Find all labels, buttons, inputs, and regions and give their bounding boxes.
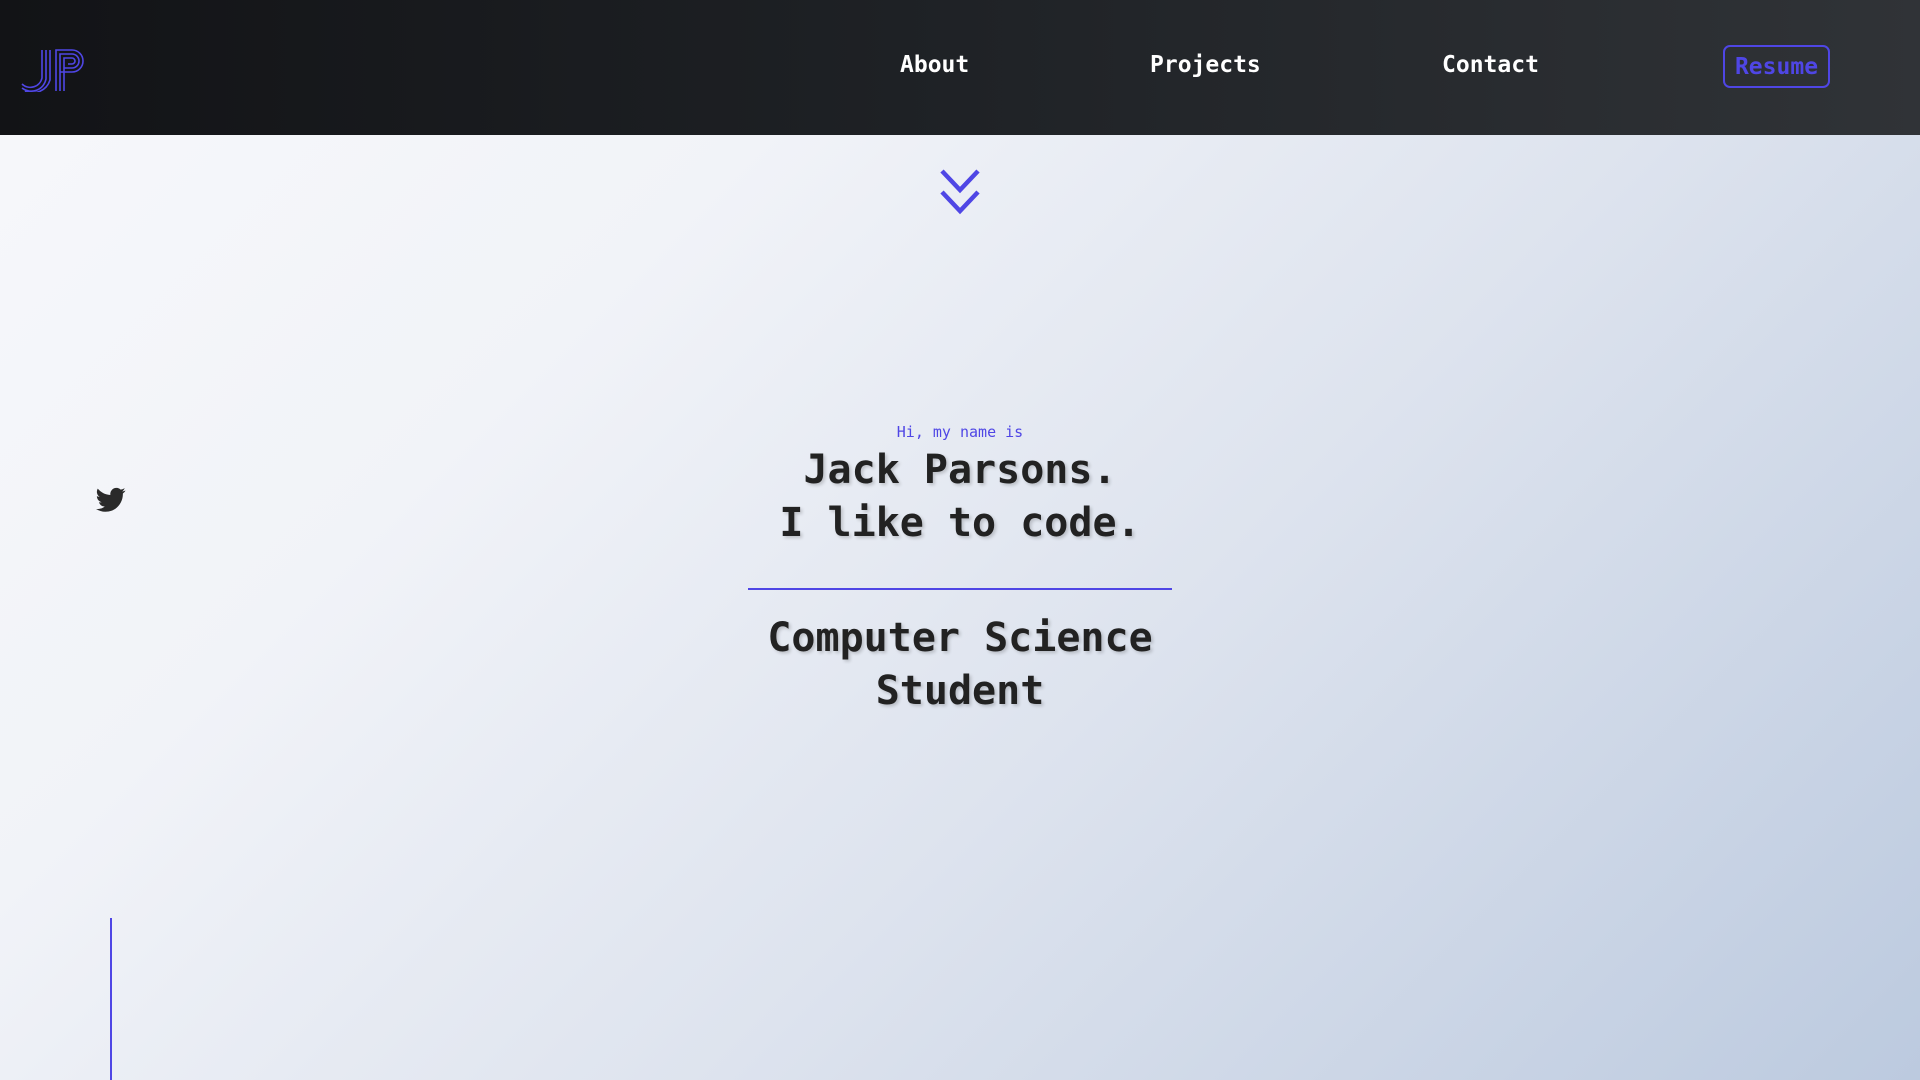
resume-button[interactable]: Resume [1723, 45, 1830, 88]
nav-link-projects[interactable]: Projects [1150, 52, 1261, 78]
hero-headline: Jack Parsons. I like to code. [660, 444, 1260, 550]
hero-divider [748, 588, 1172, 590]
resume-button-label: Resume [1734, 53, 1819, 80]
subtitle-line2: Student [875, 668, 1045, 714]
twitter-icon[interactable] [96, 487, 126, 513]
nav-link-about[interactable]: About [900, 52, 969, 78]
nav-link-contact[interactable]: Contact [1442, 52, 1539, 78]
headline-tagline: I like to code. [779, 500, 1141, 546]
double-chevron-down-icon[interactable] [939, 168, 981, 216]
social-side-line [110, 918, 112, 1080]
hero-section: Hi, my name is Jack Parsons. I like to c… [660, 420, 1260, 718]
navbar: About Projects Contact Resume [0, 0, 1920, 135]
headline-name: Jack Parsons. [803, 447, 1117, 493]
jp-logo-icon[interactable] [20, 48, 86, 92]
greeting-text: Hi, my name is [896, 423, 1024, 441]
subtitle-line1: Computer Science [767, 615, 1153, 661]
hero-subtitle: Computer Science Student [660, 612, 1260, 718]
